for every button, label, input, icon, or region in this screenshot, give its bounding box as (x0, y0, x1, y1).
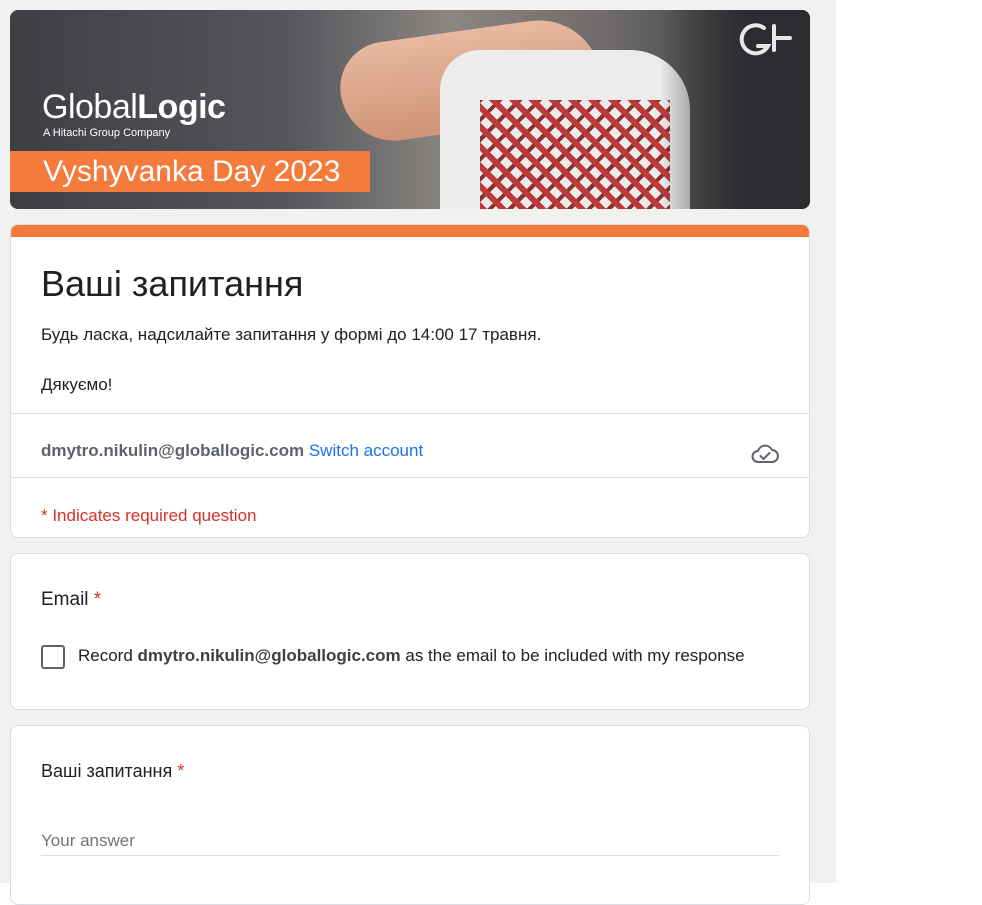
cloud-check-icon (751, 444, 779, 463)
form-accent-bar (11, 225, 809, 237)
required-question-note: * Indicates required question (41, 506, 257, 525)
questions-question-card: Ваші запитання * (10, 725, 810, 905)
header-banner-image: GlobalLogic A Hitachi Group Company Vysh… (10, 10, 810, 209)
record-email-label[interactable]: Record dmytro.nikulin@globallogic.com as… (78, 646, 745, 666)
required-asterisk: * (177, 761, 185, 781)
record-email-checkbox[interactable] (41, 645, 65, 669)
event-title-bar: Vyshyvanka Day 2023 (10, 151, 370, 192)
divider (11, 477, 809, 478)
form-description-line-1: Будь ласка, надсилайте запитання у формі… (41, 325, 542, 344)
brand-tagline: A Hitachi Group Company (43, 127, 171, 139)
record-email-address: dmytro.nikulin@globallogic.com (137, 646, 401, 665)
form-header-card: Ваші запитання Будь ласка, надсилайте за… (10, 224, 810, 538)
banner-embroidery-pattern (480, 100, 670, 209)
answer-input[interactable] (41, 826, 779, 856)
question-title: Email * (41, 589, 101, 611)
record-email-prefix: Record (78, 646, 133, 665)
divider (11, 413, 809, 414)
required-asterisk: * (93, 589, 102, 610)
brand-logo: GlobalLogic (42, 88, 226, 127)
form-description-line-2: Дякуємо! (41, 375, 113, 394)
form-column: GlobalLogic A Hitachi Group Company Vysh… (10, 10, 810, 905)
gl-logo-icon (739, 23, 792, 56)
account-email: dmytro.nikulin@globallogic.com (41, 441, 305, 460)
question-title: Ваші запитання * (41, 761, 184, 782)
brand-logo-light: Global (42, 88, 138, 126)
account-row: dmytro.nikulin@globallogic.com Switch ac… (41, 441, 423, 461)
form-title: Ваші запитання (41, 263, 304, 304)
question-title-text: Ваші запитання (41, 761, 173, 781)
switch-account-link[interactable]: Switch account (309, 441, 423, 460)
question-title-text: Email (41, 589, 89, 610)
event-title: Vyshyvanka Day 2023 (43, 155, 341, 188)
record-email-suffix: as the email to be included with my resp… (405, 646, 745, 665)
email-question-card: Email * Record dmytro.nikulin@globallogi… (10, 553, 810, 710)
brand-logo-bold: Logic (137, 88, 226, 126)
